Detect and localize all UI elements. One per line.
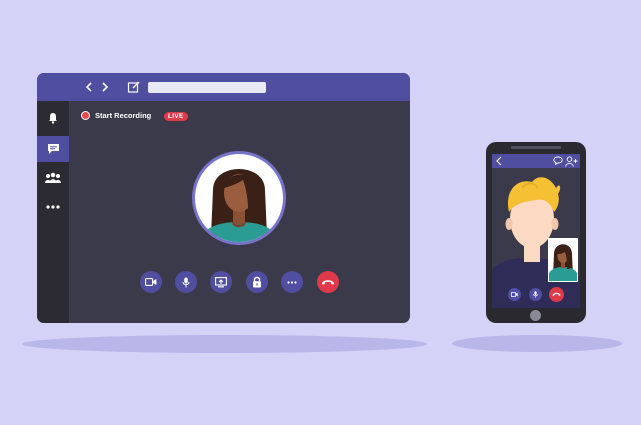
chat-bubble-icon[interactable] — [553, 156, 563, 165]
more-dots-icon — [287, 280, 297, 284]
woman-avatar-illustration — [192, 151, 286, 245]
add-user-icon[interactable] — [565, 155, 578, 167]
video-toggle-button[interactable] — [140, 271, 162, 293]
woman-thumbnail-illustration — [549, 239, 577, 281]
chevron-right-icon — [102, 82, 109, 92]
bell-icon — [49, 113, 57, 124]
phone-video-button[interactable] — [508, 288, 521, 301]
phone-header — [492, 154, 580, 168]
phone-device — [486, 142, 586, 323]
phone-mute-button[interactable] — [529, 288, 542, 301]
title-bar — [37, 73, 410, 101]
phone-video-feed — [492, 168, 580, 308]
phone-shadow — [452, 335, 622, 352]
sidebar-item-chat[interactable] — [37, 136, 69, 162]
back-button[interactable] — [82, 79, 96, 95]
phone-speaker — [511, 146, 561, 149]
end-call-icon — [552, 292, 561, 296]
lock-button[interactable] — [246, 271, 268, 293]
forward-button[interactable] — [98, 79, 112, 95]
end-call-button[interactable] — [317, 271, 339, 293]
share-screen-button[interactable] — [210, 271, 232, 293]
video-camera-icon — [511, 292, 518, 297]
sidebar-item-activity[interactable] — [37, 105, 69, 131]
more-options-button[interactable] — [281, 271, 303, 293]
self-view-thumbnail[interactable] — [548, 238, 578, 282]
sidebar-item-more[interactable] — [37, 194, 69, 220]
phone-home-button[interactable] — [530, 310, 541, 321]
video-camera-icon — [145, 278, 157, 286]
mute-button[interactable] — [175, 271, 197, 293]
team-icon — [45, 172, 61, 183]
desktop-app-window: Start Recording LIVE — [37, 73, 410, 323]
lock-icon — [253, 276, 261, 288]
chevron-left-icon — [85, 82, 92, 92]
participant-avatar — [191, 150, 287, 246]
chevron-left-icon[interactable] — [495, 156, 503, 166]
call-controls — [37, 271, 410, 293]
more-dots-icon — [46, 205, 60, 209]
live-badge: LIVE — [164, 112, 188, 121]
end-call-icon — [322, 279, 334, 284]
address-bar[interactable] — [148, 82, 266, 93]
phone-screen — [492, 154, 580, 308]
sidebar-item-teams[interactable] — [37, 165, 69, 191]
microphone-icon — [533, 291, 538, 298]
chat-icon — [47, 144, 59, 154]
share-screen-icon — [215, 276, 227, 287]
desktop-shadow — [22, 335, 427, 353]
phone-end-call-button[interactable] — [549, 287, 564, 302]
microphone-icon — [182, 277, 190, 287]
compose-icon[interactable] — [127, 80, 141, 94]
record-icon — [81, 111, 90, 120]
start-recording-label: Start Recording — [95, 111, 152, 120]
start-recording-button[interactable]: Start Recording — [81, 111, 151, 120]
